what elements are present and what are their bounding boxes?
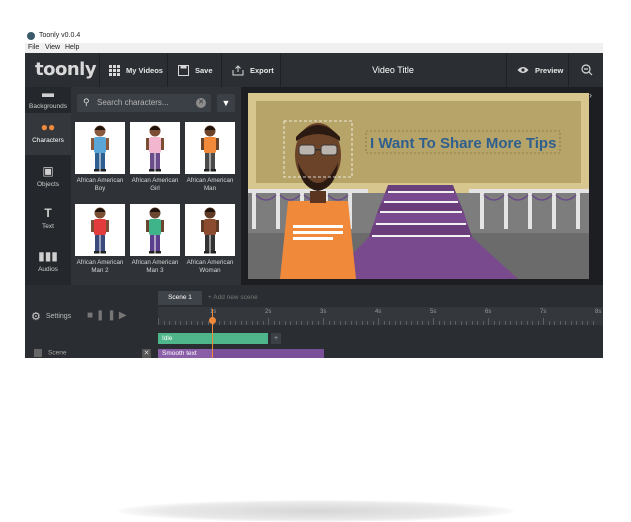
gear-icon: ⚙: [31, 311, 41, 323]
character-card[interactable]: [130, 204, 180, 256]
search-placeholder: Search characters...: [97, 98, 169, 107]
character-thumbnail: [201, 207, 219, 254]
left-nav: ▬ Backgrounds ●● Characters ▣ Objects T …: [25, 87, 71, 285]
time-tick: 2s: [265, 309, 272, 315]
filter-icon: ▼: [221, 98, 231, 108]
preview-label: Preview: [535, 65, 564, 75]
save-icon: [178, 64, 189, 76]
character-thumbnail: [146, 207, 164, 254]
toonly-logo: toonly: [35, 59, 97, 80]
timeline-panel: Scene 1 + Add new scene ⚙ Settings ■❚❚▶ …: [25, 285, 603, 358]
add-scene-label: Add new scene: [213, 294, 258, 301]
save-button[interactable]: Save: [178, 53, 213, 87]
nav-backgrounds-label: Backgrounds: [29, 103, 67, 110]
time-tick: 5s: [430, 309, 437, 315]
collapse-panel-icon[interactable]: ›: [589, 90, 599, 100]
playback-controls: ■❚❚▶: [87, 310, 130, 321]
character-name: African American Man 2: [76, 259, 124, 274]
nav-audios[interactable]: ▮▮▮ Audios: [25, 242, 71, 284]
settings-label: Settings: [45, 313, 72, 320]
main-toolbar: toonly My Videos Save Export Video Title…: [25, 53, 603, 87]
zoom-out-icon: [581, 64, 593, 76]
time-tick: 8s: [595, 309, 602, 315]
my-videos-button[interactable]: My Videos: [109, 53, 163, 87]
character-thumbnail: [91, 207, 109, 254]
scene-icon: [34, 349, 42, 357]
nav-text-label: Text: [42, 223, 54, 230]
export-label: Export: [250, 65, 274, 75]
search-input[interactable]: ⚲ Search characters... ✕: [77, 94, 211, 112]
save-label: Save: [195, 65, 213, 75]
character-name: African American Boy: [76, 177, 124, 192]
window-titlebar: Toonly v0.0.4: [25, 30, 603, 43]
character-name: African American Man: [186, 177, 234, 192]
timeline-ruler[interactable]: 1s 2s 3s 4s 5s 6s 7s 8s: [158, 307, 603, 325]
smooth-text-track[interactable]: Smooth text: [158, 349, 324, 358]
export-button[interactable]: Export: [232, 53, 274, 87]
character-card[interactable]: [75, 122, 125, 174]
settings-button[interactable]: ⚙ Settings: [31, 310, 71, 323]
character-card[interactable]: [130, 122, 180, 174]
scene-label-text: Scene: [48, 349, 67, 357]
character-thumbnail: [91, 125, 109, 172]
nav-characters[interactable]: ●● Characters: [25, 113, 71, 155]
menu-view[interactable]: View: [45, 44, 60, 51]
stop-icon[interactable]: ■: [87, 310, 96, 321]
character-panel: ⚲ Search characters... ✕ ▼ African Ameri…: [71, 87, 241, 285]
playhead-knob[interactable]: [209, 317, 216, 324]
preview-button[interactable]: Preview: [517, 53, 563, 87]
nav-text[interactable]: T Text: [25, 199, 71, 241]
character-card[interactable]: [185, 204, 235, 256]
time-tick: 3s: [320, 309, 327, 315]
time-tick: 4s: [375, 309, 382, 315]
idle-track[interactable]: Idle: [158, 333, 268, 344]
objects-icon: ▣: [42, 164, 54, 178]
character-thumbnail: [146, 125, 164, 172]
search-icon: ⚲: [83, 97, 90, 107]
app-title: Toonly v0.0.4: [39, 32, 81, 39]
close-icon[interactable]: ✕: [142, 349, 151, 358]
eye-icon: [517, 67, 529, 73]
nav-characters-label: Characters: [32, 137, 64, 144]
character-card[interactable]: [185, 122, 235, 174]
zoom-out-button[interactable]: [581, 53, 593, 87]
stage-panel: I Want To Share More Tips ›: [241, 87, 603, 285]
grid-icon: [109, 64, 120, 76]
time-tick: 7s: [540, 309, 547, 315]
character-card[interactable]: [75, 204, 125, 256]
smooth-text-label: Smooth text: [162, 350, 197, 357]
scene-illustration: I Want To Share More Tips: [248, 93, 589, 279]
time-tick: 1s: [210, 309, 217, 315]
character-thumbnail: [201, 125, 219, 172]
character-name: African American Man 3: [131, 259, 179, 274]
add-scene-button[interactable]: + Add new scene: [208, 291, 258, 305]
window-shadow: [118, 500, 514, 522]
video-title[interactable]: Video Title: [323, 53, 463, 87]
tab-scene-1[interactable]: Scene 1: [158, 291, 202, 305]
menubar: File View Help: [25, 43, 603, 53]
text-icon: T: [44, 206, 52, 220]
my-videos-label: My Videos: [126, 65, 163, 75]
audios-icon: ▮▮▮: [38, 249, 58, 263]
export-icon: [232, 64, 244, 75]
nav-objects-label: Objects: [36, 181, 60, 188]
nav-objects[interactable]: ▣ Objects: [25, 157, 71, 199]
add-animation-button[interactable]: +: [271, 333, 281, 344]
menu-file[interactable]: File: [28, 44, 39, 51]
time-tick: 6s: [485, 309, 492, 315]
character-name: African American Girl: [131, 177, 179, 192]
app-icon: [27, 32, 35, 40]
scene-canvas[interactable]: I Want To Share More Tips: [248, 93, 589, 279]
clear-search-icon[interactable]: ✕: [196, 98, 206, 108]
menu-help[interactable]: Help: [65, 44, 79, 51]
pause-icon[interactable]: ❚❚: [96, 310, 119, 321]
scene-track-label: Scene: [34, 349, 66, 357]
play-icon[interactable]: ▶: [119, 310, 130, 321]
backgrounds-icon: ▬: [42, 86, 54, 100]
character-name: African American Woman: [186, 259, 234, 274]
characters-icon: ●●: [40, 120, 56, 134]
nav-audios-label: Audios: [38, 266, 58, 273]
stage-text[interactable]: I Want To Share More Tips: [370, 135, 556, 152]
filter-button[interactable]: ▼: [217, 94, 235, 112]
